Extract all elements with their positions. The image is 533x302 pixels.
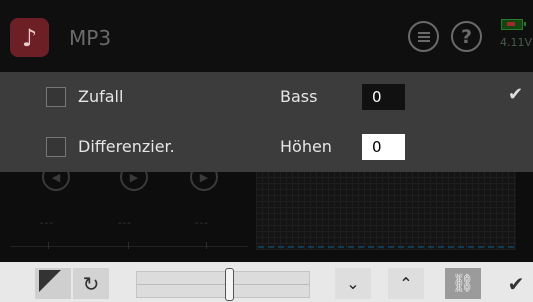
time-placeholder: ---: [118, 218, 132, 229]
corner-button[interactable]: [35, 268, 71, 299]
time-placeholder: ---: [195, 218, 209, 229]
progress-tick: [128, 242, 129, 249]
shuffle-label: Zufall: [78, 87, 124, 106]
differential-checkbox[interactable]: [46, 137, 66, 157]
progress-tick: [206, 242, 207, 249]
spectrum-baseline: [258, 246, 514, 248]
refresh-button[interactable]: ↻: [73, 268, 109, 299]
link-button[interactable]: ⛓: [445, 268, 481, 299]
check-icon: ✔: [507, 271, 525, 296]
music-note-icon: ♪: [21, 23, 38, 52]
chevron-up-icon: ⌃: [399, 274, 413, 293]
battery-icon: [501, 19, 526, 30]
bass-label: Bass: [280, 87, 318, 106]
treble-value-field[interactable]: 0: [362, 134, 405, 160]
check-icon[interactable]: ✔: [508, 84, 523, 105]
value-slider[interactable]: [136, 268, 310, 301]
slider-thumb[interactable]: [225, 268, 234, 301]
voltage-readout: 4.11V: [500, 36, 533, 49]
decrease-button[interactable]: ⌄: [335, 268, 371, 299]
treble-label: Höhen: [280, 137, 332, 156]
app-icon[interactable]: ♪: [10, 18, 49, 57]
header-bar: ♪ MP3 ? 4.11V: [0, 0, 533, 72]
bottom-toolbar: ↻ ⌄ ⌃ ⛓ ✔: [0, 262, 533, 302]
refresh-icon: ↻: [82, 271, 100, 296]
help-button[interactable]: ?: [451, 21, 482, 52]
corner-icon: [39, 269, 61, 292]
slider-track: [137, 284, 309, 285]
progress-tick: [48, 242, 49, 249]
list-icon: [417, 30, 430, 44]
bass-value-field[interactable]: 0: [362, 84, 405, 110]
shuffle-checkbox[interactable]: [46, 87, 66, 107]
options-row-differential: Differenzier. Höhen 0: [0, 122, 533, 172]
chevron-down-icon: ⌄: [346, 274, 360, 293]
increase-button[interactable]: ⌃: [388, 268, 424, 299]
options-row-shuffle: Zufall Bass 0 ✔: [0, 72, 533, 122]
menu-button[interactable]: [408, 21, 439, 52]
time-placeholder: ---: [40, 218, 54, 229]
confirm-button[interactable]: ✔: [498, 268, 533, 299]
page-title: MP3: [69, 26, 112, 50]
differential-label: Differenzier.: [78, 137, 175, 156]
progress-track: [10, 246, 248, 247]
link-icon: ⛓: [451, 273, 475, 294]
options-panel: Zufall Bass 0 ✔ Differenzier. Höhen 0: [0, 72, 533, 172]
